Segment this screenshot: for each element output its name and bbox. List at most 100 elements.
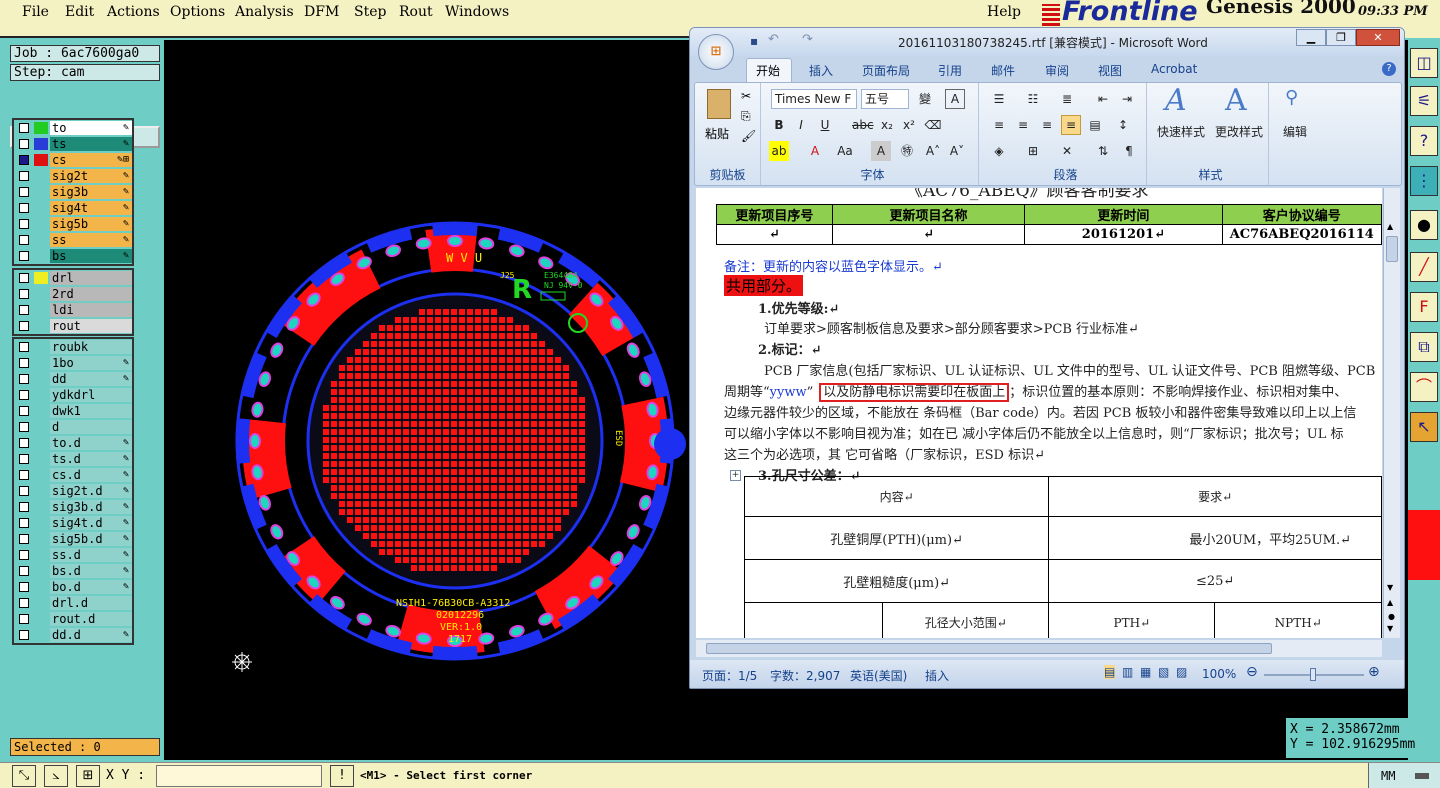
layer-color-swatch[interactable] (34, 629, 48, 641)
layer-name[interactable]: rout (50, 319, 132, 333)
layer-color-swatch[interactable] (34, 389, 48, 401)
highlight-icon[interactable]: ab (769, 141, 789, 161)
justify-icon[interactable]: ≡ (1061, 115, 1081, 135)
layer-name[interactable]: sig3b.d ✎ (50, 500, 132, 514)
layer-color-swatch[interactable] (34, 421, 48, 433)
layer-row[interactable]: rout (14, 318, 132, 334)
highlighted-requirement[interactable]: 以及防静电标识需要印在板面上 (819, 383, 1010, 402)
italic-icon[interactable]: I (791, 115, 811, 135)
layer-checkbox[interactable] (19, 273, 29, 283)
layer-row[interactable]: ts ✎ (14, 136, 132, 152)
layer-row[interactable]: to.d ✎ (14, 435, 132, 451)
word-title-bar[interactable]: ⊞ ▪ ↶ ↷ 20161103180738245.rtf [兼容模式] - M… (690, 28, 1404, 70)
hole-row-blank[interactable] (743, 602, 884, 638)
layer-row[interactable]: sig3b.d ✎ (14, 499, 132, 515)
paste-button[interactable]: 粘贴 (705, 125, 729, 142)
hole-row-size-label[interactable]: 孔径大小范围↵ (882, 602, 1050, 638)
layer-color-swatch[interactable] (34, 186, 48, 198)
layer-name[interactable]: ss.d ✎ (50, 548, 132, 562)
layer-row[interactable]: bo.d ✎ (14, 579, 132, 595)
tab-mailings[interactable]: 邮件 (991, 62, 1015, 79)
zoom-in-icon[interactable]: ⤡ (12, 765, 36, 787)
layer-row[interactable]: dd ✎ (14, 371, 132, 387)
layer-checkbox[interactable] (19, 123, 29, 133)
print-layout-icon[interactable]: ▤ (1104, 665, 1116, 679)
web-layout-icon[interactable]: ▦ (1140, 665, 1151, 679)
show-marks-icon[interactable]: ¶ (1119, 141, 1139, 161)
layer-checkbox[interactable] (19, 486, 29, 496)
layer-color-swatch[interactable] (34, 613, 48, 625)
layer-name[interactable]: ss ✎ (50, 233, 132, 247)
layer-name[interactable]: sig3b ✎ (50, 185, 132, 199)
layer-row[interactable]: d (14, 419, 132, 435)
tab-references[interactable]: 引用 (938, 62, 962, 79)
layer-name[interactable]: sig5b.d ✎ (50, 532, 132, 546)
layer-row[interactable]: sig4t ✎ (14, 200, 132, 216)
decrease-indent-icon[interactable]: ⇤ (1093, 89, 1113, 109)
font-name-select[interactable]: Times New F (771, 89, 857, 109)
word-window[interactable]: ⊞ ▪ ↶ ↷ 20161103180738245.rtf [兼容模式] - M… (689, 27, 1405, 689)
hole-row-roughness-value[interactable]: ≤25↵ (1048, 559, 1382, 603)
layer-checkbox[interactable] (19, 406, 29, 416)
increase-indent-icon[interactable]: ⇥ (1117, 89, 1137, 109)
layer-color-swatch[interactable] (34, 453, 48, 465)
shading-icon[interactable]: ◈ (989, 141, 1009, 161)
minimize-button[interactable]: ▁ (1296, 29, 1326, 46)
outline-icon[interactable]: ▧ (1158, 665, 1169, 679)
layer-name[interactable]: d (50, 420, 132, 434)
layer-name[interactable]: ts ✎ (50, 137, 132, 151)
layer-checkbox[interactable] (19, 438, 29, 448)
hole-row-roughness-label[interactable]: 孔壁粗糙度(μm)↵ (743, 559, 1050, 603)
layer-color-swatch[interactable] (34, 485, 48, 497)
distributed-icon[interactable]: ▤ (1085, 115, 1105, 135)
layer-name[interactable]: sig4t ✎ (50, 201, 132, 215)
hole-row-pth[interactable]: PTH↵ (1048, 602, 1216, 638)
layer-color-swatch[interactable] (34, 341, 48, 353)
layer-checkbox[interactable] (19, 235, 29, 245)
clear-format-icon[interactable]: ⌫ (923, 115, 943, 135)
layer-row[interactable]: dwk1 (14, 403, 132, 419)
arc-icon[interactable]: ⌒ (1410, 372, 1438, 402)
save-icon[interactable]: ▪ (750, 34, 758, 48)
text-icon[interactable]: F (1410, 292, 1438, 322)
layer-color-swatch[interactable] (34, 373, 48, 385)
layer-checkbox[interactable] (19, 305, 29, 315)
layer-name[interactable]: sig2t.d ✎ (50, 484, 132, 498)
tab-insert[interactable]: 插入 (809, 62, 833, 79)
layer-name[interactable]: cs.d ✎ (50, 468, 132, 482)
vertical-scrollbar[interactable]: ▲ ▼ ▲ ● ▼ (1383, 188, 1400, 638)
layer-color-swatch[interactable] (34, 437, 48, 449)
chinese-layout-icon[interactable]: ✕ (1057, 141, 1077, 161)
close-button[interactable]: ✕ (1356, 29, 1400, 46)
layer-color-swatch[interactable] (34, 272, 48, 284)
layer-name[interactable]: 2rd (50, 287, 132, 301)
layer-color-swatch[interactable] (34, 501, 48, 513)
snap-icon[interactable]: ⚟ (1410, 86, 1438, 116)
zoom-level[interactable]: 100% (1202, 667, 1236, 681)
menu-actions[interactable]: Actions (107, 4, 160, 20)
layer-row[interactable]: ss ✎ (14, 232, 132, 248)
cut-icon[interactable]: ✂ (741, 89, 751, 103)
undo-icon[interactable]: ↶ (768, 32, 779, 47)
subscript-icon[interactable]: x₂ (877, 115, 897, 135)
layer-color-swatch[interactable] (34, 202, 48, 214)
layer-row[interactable]: cs ✎⊞ (14, 152, 132, 168)
menu-step[interactable]: Step (354, 4, 386, 20)
layer-row[interactable]: ss.d ✎ (14, 547, 132, 563)
layer-checkbox[interactable] (19, 470, 29, 480)
layer-name[interactable]: dd.d ✎ (50, 628, 132, 642)
document-page[interactable]: 《AC76_ABEQ》顾客客制要求 更新项目序号 更新项目名称 更新时间 客户协… (696, 188, 1382, 638)
layer-color-swatch[interactable] (34, 581, 48, 593)
layer-color-swatch[interactable] (34, 122, 48, 134)
layer-name[interactable]: drl.d (50, 596, 132, 610)
layer-checkbox[interactable] (19, 582, 29, 592)
change-styles-icon[interactable]: A (1225, 83, 1247, 118)
superscript-icon[interactable]: x² (899, 115, 919, 135)
underline-icon[interactable]: U (815, 115, 835, 135)
layer-color-swatch[interactable] (34, 138, 48, 150)
layer-row[interactable]: to ✎ (14, 120, 132, 136)
paste-icon[interactable] (707, 89, 731, 119)
layer-name[interactable]: cs ✎⊞ (50, 153, 132, 167)
ribbon-help-icon[interactable]: ? (1382, 62, 1396, 76)
layer-name[interactable]: dd ✎ (50, 372, 132, 386)
